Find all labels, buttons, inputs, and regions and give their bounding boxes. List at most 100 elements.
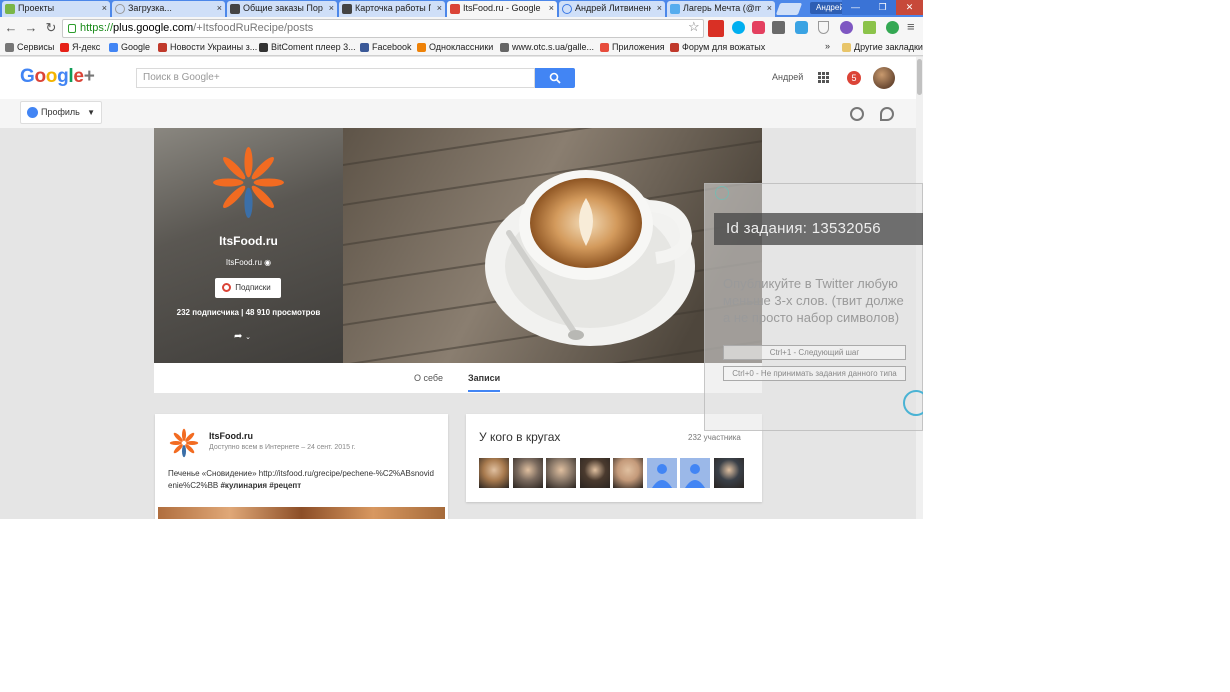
avatar-placeholder[interactable] xyxy=(680,458,710,488)
profile-dropdown[interactable]: Профиль ▼ xyxy=(20,101,102,124)
search-input[interactable]: Поиск в Google+ xyxy=(136,68,535,88)
scrollbar-thumb[interactable] xyxy=(917,59,922,95)
browser-window: Проекты × Загрузка... × Общие заказы Пор… xyxy=(0,0,923,519)
bookmark-label: BitComent плеер 3... xyxy=(271,42,356,52)
bookmark-item[interactable]: Google xyxy=(109,41,150,54)
bookmark-item[interactable]: Сервисы xyxy=(5,41,54,54)
circles-icon[interactable] xyxy=(850,107,864,121)
address-bar[interactable]: https://plus.google.com/+ItsfoodRuRecipe… xyxy=(62,19,704,38)
bookmark-item[interactable]: www.otc.s.ua/galle... xyxy=(500,41,594,54)
bookmarks-overflow-button[interactable]: » xyxy=(825,41,830,51)
close-tab-icon[interactable]: × xyxy=(549,1,554,16)
avatar[interactable] xyxy=(546,458,576,488)
follow-button[interactable]: Подписки xyxy=(215,278,281,298)
back-arrow-icon[interactable]: ← xyxy=(3,20,19,36)
search-button[interactable] xyxy=(535,68,575,88)
google-plus-logo[interactable]: Google+ xyxy=(20,66,95,88)
avatar[interactable] xyxy=(479,458,509,488)
extension-icon[interactable] xyxy=(886,21,899,34)
tab-job-card[interactable]: Карточка работы П × xyxy=(339,1,445,17)
page-profile-panel: ItsFood.ru ItsFood.ru ◉ Подписки 232 под… xyxy=(154,128,343,363)
tab-itsfood-active[interactable]: ItsFood.ru - Google × xyxy=(447,1,557,17)
menu-icon[interactable]: ≡ xyxy=(907,19,915,34)
bookmark-item[interactable]: Одноклассники xyxy=(417,41,493,54)
post-hashtags[interactable]: #кулинария #рецепт xyxy=(220,481,301,490)
notifications-badge[interactable]: 5 xyxy=(847,71,861,85)
avatar[interactable] xyxy=(713,458,744,488)
close-tab-icon[interactable]: × xyxy=(767,1,772,16)
maximize-button[interactable]: ❐ xyxy=(869,0,896,15)
tab-favicon-icon xyxy=(230,4,240,14)
bookmark-item[interactable]: Приложения xyxy=(600,41,665,54)
tab-strip: Проекты × Загрузка... × Общие заказы Пор… xyxy=(0,0,923,17)
close-tab-icon[interactable]: × xyxy=(102,1,107,16)
other-bookmarks[interactable]: Другие закладки xyxy=(842,41,923,54)
mail-extension-icon[interactable] xyxy=(708,20,724,37)
task-description: Опубликуйте в Twitter любую меньше 3-х с… xyxy=(723,275,923,326)
avatar[interactable] xyxy=(579,458,610,488)
circles-title: У кого в кругах xyxy=(479,430,561,444)
avatar[interactable] xyxy=(873,67,895,89)
hangouts-icon[interactable] xyxy=(880,107,894,121)
tab-twitter[interactable]: Лагерь Мечта (@m × xyxy=(667,1,775,17)
task-text-line: Опубликуйте в Twitter любую xyxy=(723,276,898,291)
close-tab-icon[interactable]: × xyxy=(657,1,662,16)
tab-andrey[interactable]: Андрей Литвиненко × xyxy=(559,1,665,17)
bookmark-item[interactable]: Форум для вожатых xyxy=(670,41,765,54)
bitcoment-icon xyxy=(259,43,268,52)
minimize-button[interactable]: — xyxy=(842,0,869,15)
bookmark-label: Форум для вожатых xyxy=(682,42,766,52)
bookmark-item[interactable]: Facebook xyxy=(360,41,412,54)
bookmark-item[interactable]: BitComent плеер 3... xyxy=(259,41,356,54)
reload-icon[interactable]: ↻ xyxy=(43,20,59,36)
yandex-icon xyxy=(60,43,69,52)
profile-dropdown-label: Профиль xyxy=(41,107,80,117)
user-name[interactable]: Андрей xyxy=(772,72,803,82)
shield-icon[interactable] xyxy=(818,21,829,34)
avatar[interactable] xyxy=(613,458,643,488)
post-body: Печенье «Сновидение» http://itsfood.ru/g… xyxy=(168,468,438,492)
follow-button-label: Подписки xyxy=(235,283,271,292)
bookmark-label: Сервисы xyxy=(17,42,55,52)
new-tab-button[interactable] xyxy=(775,3,803,15)
tab-loading[interactable]: Загрузка... × xyxy=(112,1,225,17)
coffee-cup-image xyxy=(343,128,762,363)
close-tab-icon[interactable]: × xyxy=(217,1,222,16)
bookmark-item[interactable]: Новости Украины з... xyxy=(158,41,257,54)
avatar-placeholder[interactable] xyxy=(646,458,677,488)
share-icon[interactable]: ➦ ⌄ xyxy=(234,331,251,342)
circles-count[interactable]: 232 участника xyxy=(688,433,741,442)
tab-projects[interactable]: Проекты × xyxy=(2,1,110,17)
tab-about[interactable]: О себе xyxy=(414,373,443,383)
post-meta: Доступно всем в Интернете – 24 сент. 201… xyxy=(209,444,356,451)
folder-icon xyxy=(842,43,851,52)
news-icon xyxy=(158,43,167,52)
extension-icon[interactable] xyxy=(795,21,808,34)
avatar[interactable] xyxy=(512,458,543,488)
check-icon[interactable] xyxy=(715,186,729,200)
extension-icon[interactable] xyxy=(863,21,876,34)
skype-icon[interactable] xyxy=(732,21,745,34)
itsfood-avatar-icon[interactable] xyxy=(169,428,199,458)
close-tab-icon[interactable]: × xyxy=(437,1,442,16)
post-author[interactable]: ItsFood.ru xyxy=(209,431,253,441)
confirm-check-icon[interactable] xyxy=(903,390,923,416)
apps-grid-icon[interactable] xyxy=(818,72,830,84)
chevron-down-icon[interactable]: ⌄ xyxy=(245,334,251,341)
next-step-button[interactable]: Ctrl+1 - Следующий шаг xyxy=(723,345,906,360)
extension-icon[interactable] xyxy=(840,21,853,34)
verified-icon: ◉ xyxy=(264,258,272,267)
post-image[interactable] xyxy=(158,507,445,519)
tab-orders[interactable]: Общие заказы Пор × xyxy=(227,1,337,17)
reject-task-type-button[interactable]: Ctrl+0 - Не принимать задания данного ти… xyxy=(723,366,906,381)
close-tab-icon[interactable]: × xyxy=(329,1,334,16)
bookmark-star-icon[interactable]: ☆ xyxy=(688,19,700,35)
extension-icon[interactable] xyxy=(772,21,785,34)
extension-icon[interactable] xyxy=(752,21,765,34)
tab-posts[interactable]: Записи xyxy=(468,373,500,383)
close-window-button[interactable]: ✕ xyxy=(896,0,923,15)
person-icon xyxy=(651,464,672,488)
bookmark-item[interactable]: Я-декс xyxy=(60,41,100,54)
forward-arrow-icon[interactable]: → xyxy=(23,20,39,36)
search-icon xyxy=(549,72,561,84)
